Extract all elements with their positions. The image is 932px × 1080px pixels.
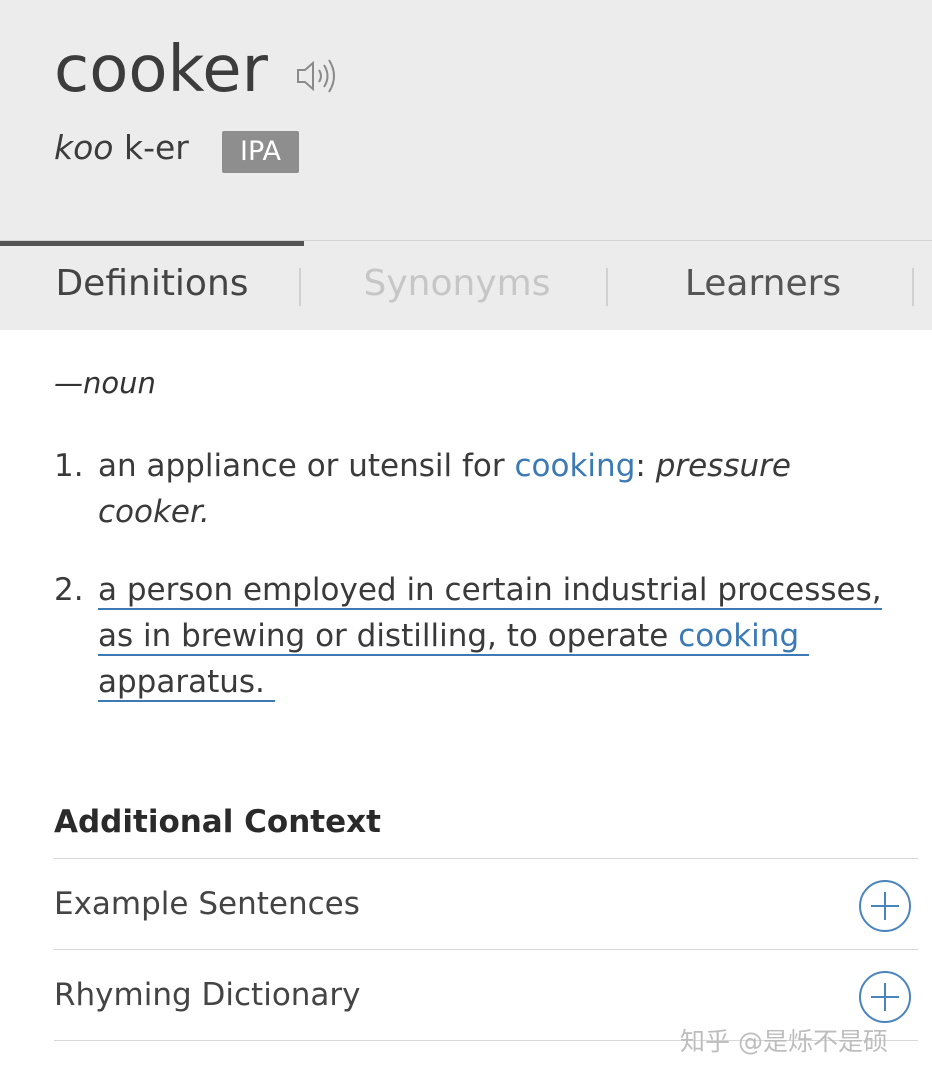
row-label: Example Sentences [54, 886, 360, 922]
tab-definitions[interactable]: Definitions [0, 241, 304, 330]
definition-1-line-1: an appliance or utensil for cooking: pre… [98, 446, 791, 486]
tab-learners[interactable]: Learners [610, 241, 916, 330]
definition-2-line-1[interactable]: a person employed in certain industrial … [98, 570, 882, 610]
tab-synonyms[interactable]: Synonyms [304, 241, 610, 330]
watermark: 知乎 @是烁不是硕 [680, 1027, 888, 1056]
additional-context-title: Additional Context [54, 804, 381, 840]
example-phrase: pressure [655, 448, 791, 484]
link-cooking[interactable]: cooking [678, 618, 799, 654]
highlighted-text: as in brewing or distilling, to operate … [98, 618, 809, 656]
row-label: Rhyming Dictionary [54, 977, 361, 1013]
pronunciation: koo k-er [54, 126, 189, 170]
tab-bar: Definitions Synonyms Learners [0, 241, 932, 330]
highlighted-text: apparatus. [98, 664, 275, 702]
definition-number: 2. [54, 572, 84, 608]
headword: cooker [54, 33, 268, 107]
active-tab-indicator [0, 241, 304, 246]
tab-divider [912, 268, 914, 306]
plus-circle-icon[interactable] [858, 879, 912, 933]
pronunciation-rest: k-er [113, 128, 189, 167]
part-of-speech: —noun [54, 366, 156, 400]
tab-divider [606, 268, 608, 306]
ipa-button[interactable]: IPA [222, 131, 299, 173]
definition-text: an appliance or utensil for [98, 448, 515, 484]
definition-number: 1. [54, 448, 84, 484]
definition-text: apparatus. [98, 664, 265, 700]
pronunciation-stressed: koo [54, 128, 114, 167]
definition-text: : [635, 448, 656, 484]
definition-2-line-3[interactable]: apparatus. [98, 662, 275, 702]
highlighted-text: a person employed in certain industrial … [98, 572, 882, 610]
example-phrase-continued: cooker. [98, 494, 210, 530]
plus-circle-icon[interactable] [858, 970, 912, 1024]
definition-2-line-2[interactable]: as in brewing or distilling, to operate … [98, 616, 809, 656]
speaker-icon[interactable] [294, 54, 340, 98]
example-sentences-row[interactable]: Example Sentences [54, 858, 918, 949]
word-header: cooker koo k-er IPA [0, 0, 932, 241]
tab-divider [299, 268, 301, 306]
link-cooking[interactable]: cooking [515, 448, 636, 484]
definition-text: as in brewing or distilling, to operate [98, 618, 679, 654]
